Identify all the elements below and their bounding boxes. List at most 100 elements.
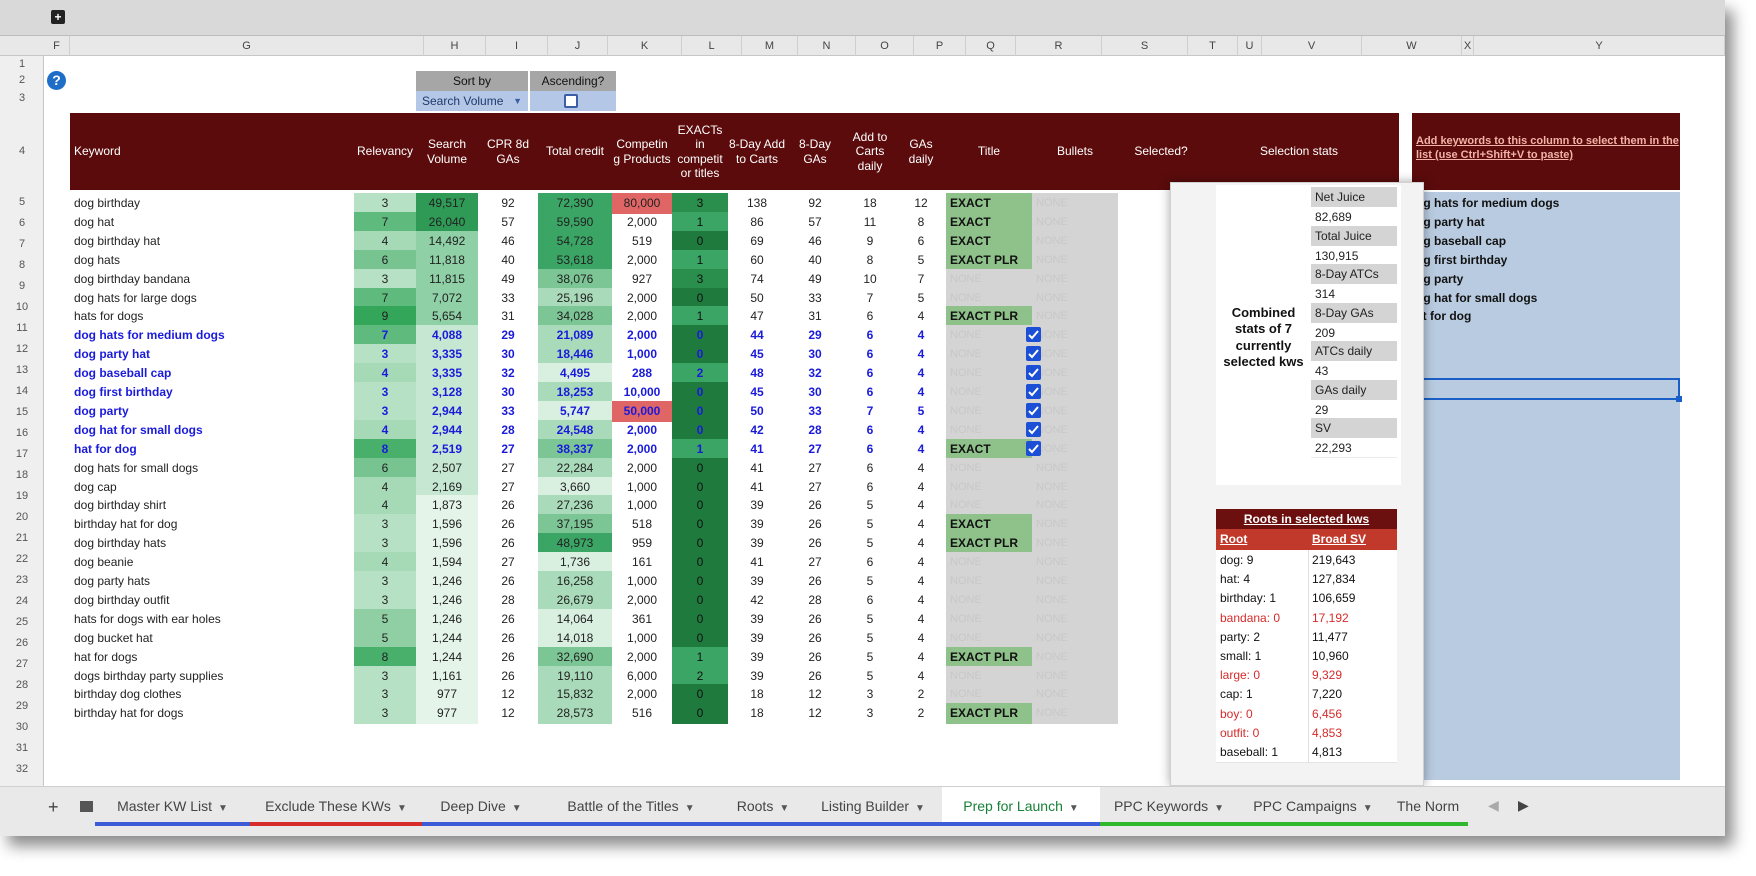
cell-tc[interactable]: 48,973 xyxy=(538,533,612,555)
cell-cp[interactable]: 2,000 xyxy=(612,647,672,668)
cell-cp[interactable]: 1,000 xyxy=(612,571,672,592)
cell-rel[interactable]: 4 xyxy=(354,419,416,441)
cell-bullets[interactable]: NONE xyxy=(1032,400,1118,422)
cell-cp[interactable]: 518 xyxy=(612,514,672,535)
cell-bullets[interactable]: NONE xyxy=(1032,533,1118,555)
cell-g8[interactable]: 26 xyxy=(786,609,844,630)
cell-rel[interactable]: 8 xyxy=(354,646,416,668)
cell-gd[interactable]: 4 xyxy=(896,477,946,498)
cell-g8[interactable]: 28 xyxy=(786,590,844,611)
cell-gd[interactable]: 6 xyxy=(896,231,946,252)
cell-sv[interactable]: 4,088 xyxy=(416,325,478,347)
cell-ex[interactable]: 1 xyxy=(672,249,728,271)
cell-kw[interactable]: dogs birthday party supplies xyxy=(70,666,354,687)
cell-title[interactable]: EXACT PLR xyxy=(946,533,1032,555)
cell-gd[interactable]: 4 xyxy=(896,666,946,687)
row-number[interactable]: 17 xyxy=(0,444,44,465)
cell-sv[interactable]: 1,596 xyxy=(416,514,478,536)
cell-tc[interactable]: 59,590 xyxy=(538,211,612,233)
cell-ad[interactable]: 6 xyxy=(844,382,896,403)
cell-cp[interactable]: 2,000 xyxy=(612,250,672,271)
cell-sv[interactable]: 1,246 xyxy=(416,589,478,611)
cell-kw[interactable]: dog birthday xyxy=(70,193,354,214)
cell-cpr[interactable]: 46 xyxy=(478,231,538,252)
cell-ad[interactable]: 6 xyxy=(844,477,896,498)
cell-cpr[interactable]: 27 xyxy=(478,477,538,498)
column-letter[interactable]: L xyxy=(682,36,742,56)
column-letter[interactable]: X xyxy=(1462,36,1474,56)
cell-sv[interactable]: 1,244 xyxy=(416,627,478,649)
sheet-tab[interactable]: Exclude These KWs ▼ xyxy=(250,787,422,826)
cell-cpr[interactable]: 26 xyxy=(478,647,538,668)
cell-sv[interactable]: 2,169 xyxy=(416,476,478,498)
cell-title[interactable]: EXACT PLR xyxy=(946,306,1032,328)
selected-checkbox[interactable] xyxy=(1026,384,1041,399)
cell-ex[interactable]: 0 xyxy=(672,457,728,479)
cell-rel[interactable]: 3 xyxy=(354,193,416,214)
y-keyword-item[interactable]: og baseball cap xyxy=(1416,231,1506,252)
cell-cpr[interactable]: 33 xyxy=(478,401,538,422)
cell-tc[interactable]: 38,076 xyxy=(538,268,612,290)
active-cell-selection[interactable] xyxy=(1412,378,1680,400)
cell-ex[interactable]: 0 xyxy=(672,419,728,441)
cell-ex[interactable]: 0 xyxy=(672,533,728,555)
cell-sv[interactable]: 2,944 xyxy=(416,419,478,441)
cell-cp[interactable]: 2,000 xyxy=(612,306,672,327)
column-letter[interactable]: G xyxy=(70,36,424,56)
sheet-tab[interactable]: Deep Dive ▼ xyxy=(422,787,540,826)
cell-ex[interactable]: 0 xyxy=(672,589,728,611)
cell-a8[interactable]: 50 xyxy=(728,401,786,422)
cell-title[interactable]: NONE xyxy=(946,400,1032,422)
cell-bullets[interactable]: NONE xyxy=(1032,344,1118,366)
cell-title[interactable]: NONE xyxy=(946,325,1032,347)
cell-cpr[interactable]: 28 xyxy=(478,420,538,441)
cell-bullets[interactable]: NONE xyxy=(1032,684,1118,706)
cell-g8[interactable]: 27 xyxy=(786,458,844,479)
cell-cpr[interactable]: 27 xyxy=(478,458,538,479)
cell-g8[interactable]: 26 xyxy=(786,666,844,687)
cell-bullets[interactable]: NONE xyxy=(1032,571,1118,592)
cell-bullets[interactable]: NONE xyxy=(1032,325,1118,347)
cell-tc[interactable]: 72,390 xyxy=(538,193,612,214)
cell-g8[interactable]: 46 xyxy=(786,231,844,252)
tab-dropdown-icon[interactable]: ▼ xyxy=(218,803,228,814)
cell-cp[interactable]: 80,000 xyxy=(612,193,672,214)
cell-sv[interactable]: 1,594 xyxy=(416,552,478,574)
cell-gd[interactable]: 4 xyxy=(896,571,946,592)
cell-rel[interactable]: 7 xyxy=(354,325,416,347)
cell-rel[interactable]: 3 xyxy=(354,665,416,687)
cell-ad[interactable]: 6 xyxy=(844,344,896,365)
cell-a8[interactable]: 41 xyxy=(728,458,786,479)
selected-checkbox[interactable] xyxy=(1026,421,1041,437)
cell-sv[interactable]: 1,596 xyxy=(416,533,478,555)
cell-rel[interactable]: 4 xyxy=(354,552,416,574)
cell-ex[interactable]: 0 xyxy=(672,571,728,592)
sheet-tab[interactable]: Roots ▼ xyxy=(722,787,804,826)
column-letter[interactable]: U xyxy=(1238,36,1262,56)
cell-title[interactable]: EXACT xyxy=(946,514,1032,536)
cell-sv[interactable]: 1,246 xyxy=(416,608,478,630)
cell-title[interactable]: EXACT xyxy=(946,230,1032,252)
cell-tc[interactable]: 14,018 xyxy=(538,627,612,649)
cell-kw[interactable]: dog first birthday xyxy=(70,382,354,403)
cell-sv[interactable]: 7,072 xyxy=(416,287,478,309)
cell-a8[interactable]: 42 xyxy=(728,420,786,441)
cell-tc[interactable]: 27,236 xyxy=(538,495,612,517)
row-number[interactable]: 1 xyxy=(0,56,44,72)
cell-ad[interactable]: 6 xyxy=(844,363,896,384)
cell-a8[interactable]: 18 xyxy=(728,703,786,724)
cell-tc[interactable]: 22,284 xyxy=(538,457,612,479)
tab-dropdown-icon[interactable]: ▼ xyxy=(1069,803,1079,814)
cell-a8[interactable]: 41 xyxy=(728,477,786,498)
cell-g8[interactable]: 26 xyxy=(786,514,844,535)
cell-cp[interactable]: 6,000 xyxy=(612,666,672,687)
cell-cp[interactable]: 1,000 xyxy=(612,477,672,498)
cell-tc[interactable]: 1,736 xyxy=(538,552,612,574)
cell-gd[interactable]: 5 xyxy=(896,401,946,422)
column-letter[interactable]: N xyxy=(798,36,856,56)
cell-bullets[interactable]: NONE xyxy=(1032,627,1118,649)
cell-bullets[interactable]: NONE xyxy=(1032,457,1118,479)
cell-ad[interactable]: 5 xyxy=(844,628,896,649)
cell-bullets[interactable]: NONE xyxy=(1032,514,1118,536)
cell-rel[interactable]: 3 xyxy=(354,703,416,725)
